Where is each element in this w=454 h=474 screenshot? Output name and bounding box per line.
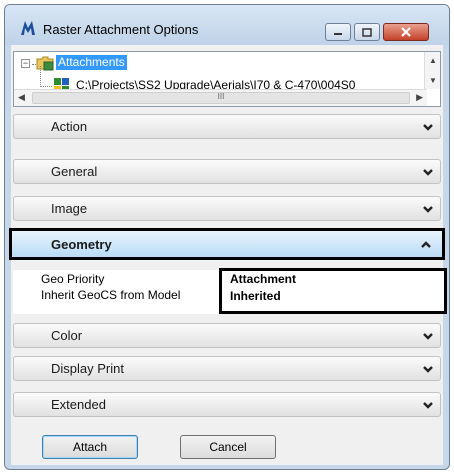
attachments-folder-icon [36, 56, 54, 71]
section-general-label: General [51, 164, 98, 179]
geometry-properties: Geo Priority Inherit GeoCS from Model At… [13, 268, 447, 314]
tree-vertical-scrollbar[interactable]: ▲ ▼ [424, 52, 440, 89]
tree-item-attachments[interactable]: Attachments [56, 55, 127, 70]
dialog-body: − Attachments C:\Projects\SS2 Upgrade\Ae… [9, 45, 447, 465]
collapse-expander[interactable]: − [21, 59, 30, 68]
attachments-tree[interactable]: − Attachments C:\Projects\SS2 Upgrade\Ae… [13, 51, 441, 107]
section-color-label: Color [51, 328, 83, 343]
scrollbar-thumb[interactable]: III [32, 92, 410, 104]
chevron-up-icon [421, 241, 431, 248]
tree-horizontal-scrollbar[interactable]: ◀ III ▶ [14, 89, 427, 106]
property-name-inherit-geocs: Inherit GeoCS from Model [41, 288, 181, 302]
section-image[interactable]: Image [13, 196, 441, 221]
tree-connector-vertical [40, 66, 41, 87]
section-display-print[interactable]: Display Print [13, 356, 441, 381]
section-image-label: Image [51, 201, 88, 216]
section-geometry-label: Geometry [51, 237, 112, 252]
microstation-app-icon [21, 21, 35, 35]
tree-connector-horizontal [40, 86, 52, 87]
window-title: Raster Attachment Options [43, 22, 199, 37]
section-color[interactable]: Color [13, 323, 441, 348]
scroll-right-icon[interactable]: ▶ [416, 92, 423, 103]
maximize-icon [362, 27, 372, 37]
attach-button[interactable]: Attach [42, 435, 138, 459]
inherit-geocs-value[interactable]: Inherited [230, 289, 281, 303]
section-action[interactable]: Action [13, 114, 441, 139]
section-extended-label: Extended [51, 397, 106, 412]
chevron-down-icon [423, 206, 433, 213]
section-display-print-label: Display Print [51, 361, 124, 376]
chevron-down-icon [423, 402, 433, 409]
property-name-geo-priority: Geo Priority [41, 272, 105, 286]
scroll-down-icon[interactable]: ▼ [429, 76, 437, 85]
section-geometry[interactable]: Geometry [9, 228, 445, 260]
chevron-down-icon [423, 333, 433, 340]
chevron-down-icon [423, 124, 433, 131]
scroll-left-icon[interactable]: ◀ [18, 92, 25, 103]
minimize-button[interactable] [325, 23, 351, 41]
section-extended[interactable]: Extended [13, 392, 441, 417]
section-action-label: Action [51, 119, 88, 134]
geo-priority-value[interactable]: Attachment [230, 272, 296, 286]
chevron-down-icon [423, 169, 433, 176]
close-button[interactable] [383, 23, 429, 41]
minimize-icon [334, 33, 342, 35]
cancel-button[interactable]: Cancel [180, 435, 276, 459]
close-icon [401, 27, 411, 37]
property-values-box: Attachment Inherited [219, 268, 447, 314]
chevron-down-icon [423, 366, 433, 373]
maximize-button[interactable] [354, 23, 380, 41]
raster-attachment-options-dialog: Raster Attachment Options − Attachments [4, 4, 450, 470]
section-general[interactable]: General [13, 159, 441, 184]
scroll-up-icon[interactable]: ▲ [429, 56, 437, 65]
title-bar[interactable]: Raster Attachment Options [5, 5, 449, 45]
